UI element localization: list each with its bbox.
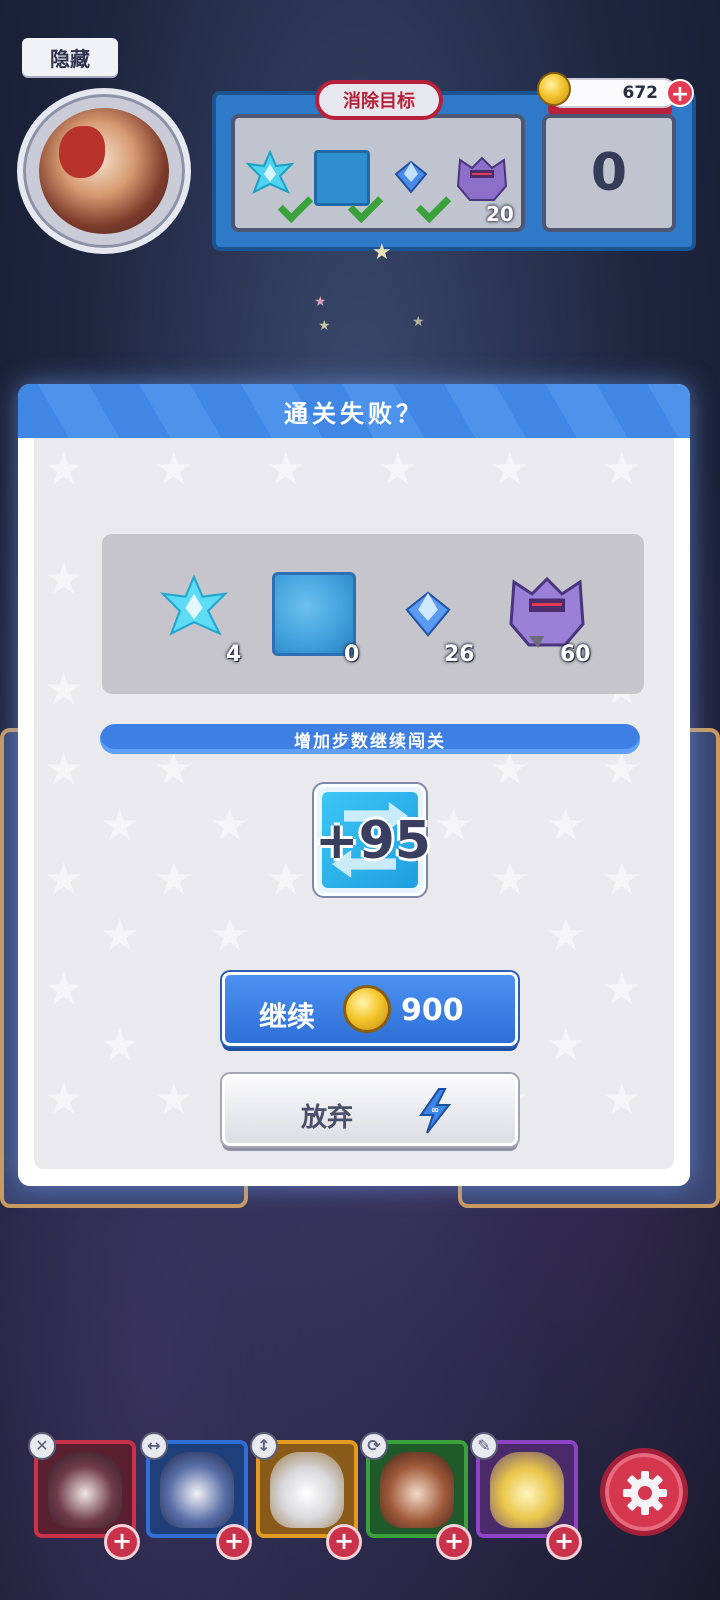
settings-button[interactable] xyxy=(600,1448,688,1536)
add-hero-button[interactable]: + xyxy=(104,1524,140,1560)
blue-gem-icon xyxy=(405,591,451,637)
remaining-items-tray: 4 0 26 60 xyxy=(102,534,644,694)
bonus-moves-card: +95 xyxy=(314,784,431,896)
skill-wand-icon: ✎ xyxy=(470,1432,498,1460)
goal-title: 消除目标 xyxy=(315,80,443,120)
cyan-crystal-star-icon xyxy=(246,150,294,195)
purple-bat-icon xyxy=(456,156,508,201)
bonus-moves-value: +95 xyxy=(315,811,431,871)
skill-swap-icon: ⟳ xyxy=(360,1432,388,1460)
coin-count: 672 xyxy=(622,83,659,103)
hide-button[interactable]: 隐藏 xyxy=(22,38,118,76)
add-hero-button[interactable]: + xyxy=(546,1524,582,1560)
add-hero-button[interactable]: + xyxy=(436,1524,472,1560)
level-failed-dialog: 通关失败？ ★ ★ ★ ★ ★ ★ ★ ★ ★ ★ ★ ★ ★ ★ ★ ★ ★ ★ ★ ★ ★ ★ ★ ★ ★ ★ ★ … xyxy=(18,384,690,1186)
hero-portrait xyxy=(380,1452,454,1528)
dialog-title: 通关失败？ xyxy=(18,384,690,438)
continue-button[interactable]: 继续 900 xyxy=(222,972,518,1046)
cyan-crystal-star-icon xyxy=(160,574,228,636)
gear-icon xyxy=(623,1471,667,1515)
svg-text:∞: ∞ xyxy=(431,1105,439,1116)
hero-portrait xyxy=(490,1452,564,1528)
hero-portrait xyxy=(48,1452,122,1528)
item-count: 26 xyxy=(444,642,475,667)
sparkle-icon: ★ xyxy=(314,294,327,310)
continue-label: 继续 xyxy=(259,1000,316,1033)
skill-vertical-icon: ↕ xyxy=(250,1432,278,1460)
dialog-body: ★ ★ ★ ★ ★ ★ ★ ★ ★ ★ ★ ★ ★ ★ ★ ★ ★ ★ ★ ★ ★ ★ ★ ★ ★ ★ ★ ★ ★ ★ ★ … xyxy=(34,438,674,1169)
hero-portrait xyxy=(270,1452,344,1528)
give-up-button[interactable]: 放弃 ∞ xyxy=(222,1074,518,1146)
skill-x-icon: ✕ xyxy=(28,1432,56,1460)
add-moves-ribbon: 增加步数继续闯关 xyxy=(100,724,640,754)
hero-portrait xyxy=(39,108,169,234)
sparkle-icon: ★ xyxy=(412,314,425,330)
check-icon xyxy=(276,194,312,220)
skill-horizontal-icon: ↔ xyxy=(140,1432,168,1460)
item-count: 0 xyxy=(344,642,360,667)
infinite-energy-icon: ∞ xyxy=(419,1088,452,1134)
item-count: 4 xyxy=(226,642,242,667)
steps-counter: 0 xyxy=(542,114,676,232)
add-coins-button[interactable]: + xyxy=(666,79,694,107)
coin-icon xyxy=(343,985,391,1033)
check-icon xyxy=(414,194,450,220)
item-count: 60 xyxy=(560,642,591,667)
check-icon xyxy=(346,194,382,220)
add-hero-button[interactable]: + xyxy=(216,1524,252,1560)
give-up-label: 放弃 xyxy=(301,1103,354,1133)
continue-cost: 900 xyxy=(401,993,464,1028)
sparkle-icon: ★ xyxy=(318,318,331,334)
hero-portrait xyxy=(160,1452,234,1528)
add-hero-button[interactable]: + xyxy=(326,1524,362,1560)
blue-gem-icon xyxy=(394,160,428,194)
coin-icon xyxy=(537,72,571,106)
goal-remaining-count: 20 xyxy=(486,202,514,226)
player-avatar[interactable] xyxy=(17,88,191,254)
sparkle-icon: ★ xyxy=(372,240,392,265)
